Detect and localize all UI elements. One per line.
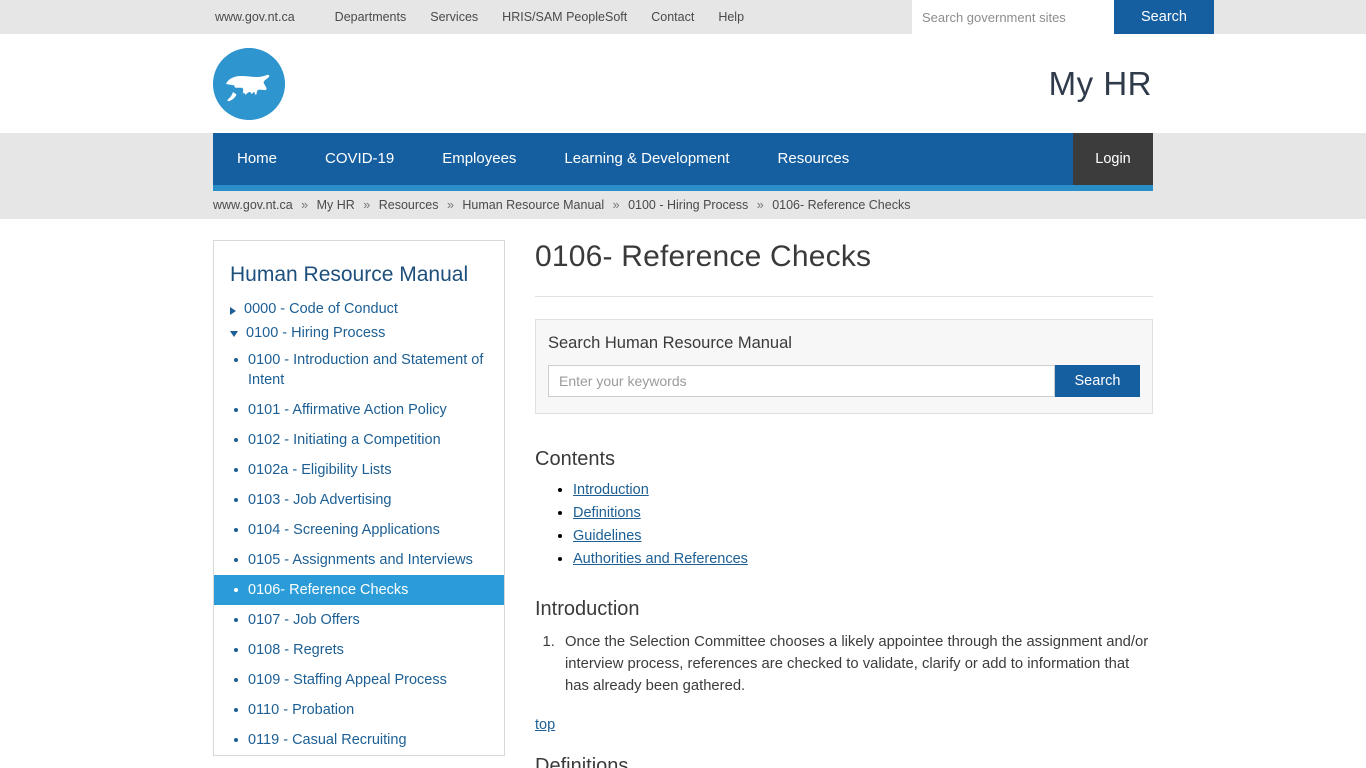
contents-list: Introduction Definitions Guidelines Auth…: [535, 481, 1153, 568]
list-item[interactable]: 0104 - Screening Applications: [214, 515, 504, 545]
breadcrumb-item-current: 0106- Reference Checks: [772, 198, 911, 212]
nav-item-covid-19[interactable]: COVID-19: [301, 133, 418, 185]
list-item: Introduction: [573, 481, 1153, 499]
sidebar-item-0110[interactable]: 0110 - Probation: [248, 702, 354, 718]
masthead: My HR: [0, 34, 1366, 133]
sidebar-item-0119[interactable]: 0119 - Casual Recruiting: [248, 732, 407, 748]
contents-heading: Contents: [535, 448, 616, 470]
breadcrumb-item-hiring-process[interactable]: 0100 - Hiring Process: [628, 198, 748, 212]
nav-item-resources[interactable]: Resources: [754, 133, 874, 185]
manual-search-input[interactable]: [548, 365, 1055, 397]
sidebar-section-hiring-process[interactable]: 0100 - Hiring Process: [214, 321, 504, 345]
back-to-top-link[interactable]: top: [535, 717, 555, 733]
utility-link-help[interactable]: Help: [718, 0, 768, 34]
breadcrumb-item-resources[interactable]: Resources: [379, 198, 439, 212]
sidebar-section-code-of-conduct[interactable]: 0000 - Code of Conduct: [214, 297, 504, 321]
nav-accent-strip: [213, 185, 1153, 191]
toc-link-definitions[interactable]: Definitions: [573, 505, 641, 521]
list-item[interactable]: 0119 - Casual Recruiting: [214, 725, 504, 755]
nav-item-learning-development[interactable]: Learning & Development: [540, 133, 753, 185]
sidebar-item-0102[interactable]: 0102 - Initiating a Competition: [248, 432, 441, 448]
manual-sidebar: Human Resource Manual 0000 - Code of Con…: [213, 240, 505, 756]
nav-item-home[interactable]: Home: [213, 133, 301, 185]
sidebar-item-0105[interactable]: 0105 - Assignments and Interviews: [248, 552, 473, 568]
definitions-heading: Definitions: [535, 755, 629, 768]
sidebar-item-0101[interactable]: 0101 - Affirmative Action Policy: [248, 402, 447, 418]
sidebar-section-list: 0000 - Code of Conduct 0100 - Hiring Pro…: [214, 297, 504, 345]
utility-nav: www.gov.nt.ca Departments Services HRIS/…: [213, 0, 768, 34]
sidebar-item-0100[interactable]: 0100 - Introduction and Statement of Int…: [248, 352, 483, 388]
toc-link-introduction[interactable]: Introduction: [573, 482, 649, 498]
toc-link-authorities-and-references[interactable]: Authorities and References: [573, 551, 748, 567]
sidebar-item-0103[interactable]: 0103 - Job Advertising: [248, 492, 391, 508]
polar-bear-logo-icon[interactable]: [213, 47, 285, 120]
manual-search-label: Search Human Resource Manual: [548, 334, 792, 352]
list-item[interactable]: 0105 - Assignments and Interviews: [214, 545, 504, 575]
sidebar-section-label[interactable]: 0100 - Hiring Process: [246, 325, 385, 341]
utility-link-hris-sam-peoplesoft[interactable]: HRIS/SAM PeopleSoft: [502, 0, 651, 34]
manual-search-panel: Search Human Resource Manual Search: [535, 319, 1153, 414]
toc-link-guidelines[interactable]: Guidelines: [573, 528, 642, 544]
breadcrumb-separator: »: [446, 198, 454, 212]
list-item: Definitions: [573, 504, 1153, 522]
list-item[interactable]: 0110 - Probation: [214, 695, 504, 725]
nav-item-employees[interactable]: Employees: [418, 133, 540, 185]
breadcrumb-separator: »: [363, 198, 371, 212]
sidebar-item-active[interactable]: 0106- Reference Checks: [214, 575, 504, 605]
page-title: 0106- Reference Checks: [535, 240, 1153, 297]
list-item[interactable]: 0101 - Affirmative Action Policy: [214, 395, 504, 425]
sidebar-subitem-list: 0100 - Introduction and Statement of Int…: [214, 345, 504, 755]
list-item: Authorities and References: [573, 550, 1153, 568]
sidebar-item-0109[interactable]: 0109 - Staffing Appeal Process: [248, 672, 447, 688]
breadcrumb-separator: »: [756, 198, 764, 212]
sidebar-item-0104[interactable]: 0104 - Screening Applications: [248, 522, 440, 538]
introduction-list: Once the Selection Committee chooses a l…: [535, 631, 1153, 697]
sidebar-title: Human Resource Manual: [230, 263, 469, 286]
utility-link-services[interactable]: Services: [430, 0, 502, 34]
main-navigation-wrap: Home COVID-19 Employees Learning & Devel…: [0, 133, 1366, 185]
government-utility-bar: www.gov.nt.ca Departments Services HRIS/…: [0, 0, 1366, 34]
utility-link-departments[interactable]: Departments: [335, 0, 431, 34]
introduction-heading: Introduction: [535, 598, 640, 620]
sidebar-section-label[interactable]: 0000 - Code of Conduct: [244, 301, 398, 317]
main-navigation: Home COVID-19 Employees Learning & Devel…: [213, 133, 1153, 185]
government-search-group: Search: [912, 0, 1214, 34]
chevron-right-icon: [230, 307, 236, 315]
breadcrumb-separator: »: [301, 198, 309, 212]
sidebar-item-0108[interactable]: 0108 - Regrets: [248, 642, 344, 658]
breadcrumb-item-gov-nt-ca[interactable]: www.gov.nt.ca: [213, 198, 293, 212]
login-button[interactable]: Login: [1073, 133, 1153, 185]
government-search-input[interactable]: [912, 0, 1114, 34]
list-item[interactable]: 0102 - Initiating a Competition: [214, 425, 504, 455]
breadcrumb-item-my-hr[interactable]: My HR: [317, 198, 355, 212]
introduction-item-1: Once the Selection Committee chooses a l…: [559, 631, 1153, 697]
list-item: Guidelines: [573, 527, 1153, 545]
chevron-down-icon: [230, 331, 238, 337]
list-item[interactable]: 0107 - Job Offers: [214, 605, 504, 635]
breadcrumb-item-human-resource-manual[interactable]: Human Resource Manual: [462, 198, 604, 212]
breadcrumb: www.gov.nt.ca » My HR » Resources » Huma…: [213, 198, 1153, 212]
sidebar-item-0106[interactable]: 0106- Reference Checks: [248, 582, 408, 598]
utility-link-gov-nt-ca[interactable]: www.gov.nt.ca: [215, 0, 335, 34]
sidebar-item-0102a[interactable]: 0102a - Eligibility Lists: [248, 462, 391, 478]
utility-link-contact[interactable]: Contact: [651, 0, 718, 34]
sidebar-item-0107[interactable]: 0107 - Job Offers: [248, 612, 360, 628]
government-search-button[interactable]: Search: [1114, 0, 1214, 34]
manual-search-button[interactable]: Search: [1055, 365, 1140, 397]
breadcrumb-bar: www.gov.nt.ca » My HR » Resources » Huma…: [0, 191, 1366, 219]
site-title: My HR: [1048, 64, 1152, 102]
list-item[interactable]: 0108 - Regrets: [214, 635, 504, 665]
list-item[interactable]: 0102a - Eligibility Lists: [214, 455, 504, 485]
breadcrumb-separator: »: [612, 198, 620, 212]
main-content: 0106- Reference Checks Search Human Reso…: [535, 240, 1153, 768]
list-item[interactable]: 0109 - Staffing Appeal Process: [214, 665, 504, 695]
list-item[interactable]: 0100 - Introduction and Statement of Int…: [214, 345, 504, 395]
list-item[interactable]: 0103 - Job Advertising: [214, 485, 504, 515]
page-body: Human Resource Manual 0000 - Code of Con…: [0, 219, 1366, 768]
